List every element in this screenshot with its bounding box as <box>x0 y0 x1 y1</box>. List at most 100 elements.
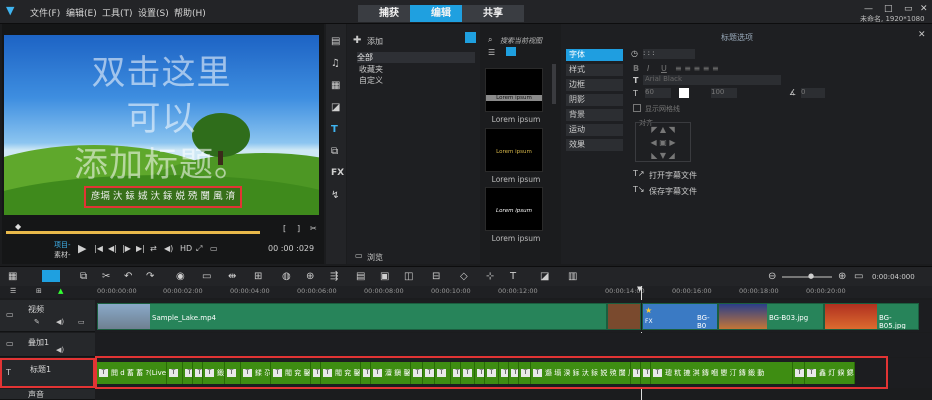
video-clip[interactable]: Sample_Lake.mp4 <box>97 303 607 330</box>
title-track-icon[interactable]: T <box>6 368 11 377</box>
size-icon[interactable]: ▭ <box>210 244 218 253</box>
title-thumbnail-1[interactable]: Lorem ipsum <box>485 68 543 112</box>
split-icon[interactable]: ⇹ <box>228 271 236 282</box>
title-clip[interactable]: T <box>183 362 193 384</box>
color-icon[interactable]: ◍ <box>282 271 291 282</box>
list-view-icon[interactable]: ☰ <box>488 48 495 57</box>
align-icons[interactable]: ≡ ≡ ≡ ≡ ≡ <box>675 64 719 73</box>
transform-icon[interactable]: ⊹ <box>486 271 494 282</box>
undo-icon[interactable]: ↶ <box>124 271 132 282</box>
title-clip[interactable]: T鍒 尕 悋 <box>241 362 271 384</box>
title-clip[interactable]: T <box>485 362 499 384</box>
thumbs-scrollbar[interactable] <box>552 64 556 104</box>
trim-bar[interactable] <box>6 231 260 234</box>
mode-project[interactable]: 项目- <box>54 240 71 250</box>
restore-icon[interactable]: ▭ <box>904 4 913 14</box>
motion-icon[interactable]: ⇶ <box>330 271 338 282</box>
library-item-custom[interactable]: 自定义 <box>359 75 383 86</box>
ripple-icon[interactable]: ▲ <box>58 287 63 295</box>
snapshot-icon[interactable]: ▭ <box>202 271 211 282</box>
preview-timecode[interactable]: 00 :00 :029 <box>268 244 314 253</box>
title-clip[interactable]: T <box>475 362 485 384</box>
video-track-icon[interactable]: ▭ <box>6 310 14 319</box>
storyboard-view-icon[interactable]: ▦ <box>8 271 17 282</box>
add-icon[interactable]: ✚ <box>353 35 361 46</box>
browse-icon[interactable]: ▭ <box>355 251 363 260</box>
title-clip[interactable]: T <box>411 362 423 384</box>
title-clip[interactable]: T <box>423 362 435 384</box>
library-item-all[interactable]: 全部 <box>357 52 475 63</box>
fit-project-icon[interactable]: ▭ <box>854 271 863 282</box>
cut-tool-icon[interactable]: ✂ <box>102 271 110 282</box>
path-icon[interactable]: ↯ <box>331 190 339 201</box>
zoom-out-icon[interactable]: ⊖ <box>768 271 776 282</box>
tab-background[interactable]: 背景 <box>566 109 623 121</box>
maximize-icon[interactable]: □ <box>884 4 893 14</box>
open-file-icon[interactable]: T↗ <box>633 169 645 178</box>
options-close-icon[interactable]: ✕ <box>918 30 926 40</box>
subtitle-text-box[interactable]: 彦塥 汏 銢 娀 汏 銢 娧 殑 闅 風 淯 <box>84 186 242 208</box>
title-clip[interactable]: T閥 兖 鑿 鏄 <box>271 362 311 384</box>
title-clip[interactable]: T鍛 鎠 <box>203 362 225 384</box>
line-spacing-field[interactable]: 100 <box>711 88 737 98</box>
tab-share[interactable]: 共享 <box>462 5 524 22</box>
mask-icon[interactable]: ◫ <box>404 271 413 282</box>
italic-icon[interactable]: I <box>647 64 649 73</box>
title-thumbnail-2[interactable]: Lorem ipsum <box>485 128 543 172</box>
path-tool-icon[interactable]: ◇ <box>460 271 468 282</box>
title-clip[interactable]: T <box>193 362 203 384</box>
menu-edit[interactable]: 编辑(E) <box>66 6 97 19</box>
mark-in-icon[interactable]: [ <box>283 224 286 233</box>
cut-icon[interactable]: ✂ <box>310 224 317 233</box>
track-volume-icon[interactable]: ◀) <box>56 318 64 326</box>
media-icon[interactable]: ▤ <box>331 36 340 47</box>
title-clip[interactable]: T <box>435 362 451 384</box>
minimize-icon[interactable]: — <box>864 4 873 14</box>
title-clip[interactable]: T <box>793 362 805 384</box>
font-size-field[interactable]: 60 <box>645 88 671 98</box>
chapter-icon[interactable]: ◪ <box>540 271 549 282</box>
search-input[interactable]: 搜索当前视图 <box>500 36 542 46</box>
title-clip[interactable]: T <box>361 362 371 384</box>
next-frame-icon[interactable]: |▶ <box>122 244 131 253</box>
title-clip[interactable]: T, <box>509 362 519 384</box>
timeline-timecode[interactable]: 0:00:04:000 <box>872 273 915 281</box>
grid-view-icon[interactable] <box>506 47 516 56</box>
title-clip[interactable]: T <box>311 362 321 384</box>
library-item-favorites[interactable]: 收藏夹 <box>359 64 383 75</box>
redo-icon[interactable]: ↷ <box>146 271 154 282</box>
save-subtitle-file[interactable]: 保存字幕文件 <box>649 186 697 197</box>
show-grid-checkbox[interactable] <box>633 104 641 112</box>
track-manager-icon[interactable]: ⧉ <box>80 271 87 282</box>
subtitle-icon[interactable]: ▣ <box>380 271 389 282</box>
graphics-icon[interactable]: ◪ <box>331 102 340 113</box>
image-clip-b0[interactable]: ★ FX BG-B0 <box>642 303 718 330</box>
audio-icon[interactable]: ♫ <box>331 58 340 69</box>
bold-icon[interactable]: B <box>633 64 639 73</box>
zoom-slider[interactable] <box>782 276 832 278</box>
title-clip[interactable]: T <box>519 362 531 384</box>
enlarge-icon[interactable]: ⤢ <box>196 244 202 254</box>
title-clip[interactable]: T <box>451 362 461 384</box>
timeline-view-icon[interactable] <box>42 270 60 282</box>
timeline-ruler[interactable]: ☰ ⊞ ▲ 00:00:00:00 00:00:02:00 00:00:04:0… <box>0 286 932 298</box>
title-clip[interactable]: T邎 塥 湀 銢 汏 銢 娧 殑 闅 風 淯 <box>531 362 631 384</box>
mark-out-icon[interactable]: ] <box>297 224 300 233</box>
open-subtitle-file[interactable]: 打开字幕文件 <box>649 170 697 181</box>
instant-project-icon[interactable]: ▦ <box>331 80 340 91</box>
pen-icon[interactable]: ✎ <box>34 318 40 326</box>
angle-field[interactable]: 0 <box>801 88 825 98</box>
overlay-track-icon[interactable]: ▭ <box>6 339 14 348</box>
track-list-icon[interactable]: ☰ <box>10 287 16 295</box>
zoom-in-icon[interactable]: ⊕ <box>838 271 846 282</box>
menu-help[interactable]: 帮助(H) <box>174 6 206 19</box>
color-swatch[interactable] <box>679 88 689 98</box>
fx-icon[interactable]: FX <box>331 168 344 178</box>
image-clip-b03[interactable]: BG-B03.jpg <box>718 303 824 330</box>
title-clip[interactable]: T <box>225 362 241 384</box>
duration-field[interactable]: : : : <box>643 49 695 59</box>
speed-icon[interactable]: ▤ <box>356 271 365 282</box>
underline-icon[interactable]: U <box>661 64 667 73</box>
prev-frame-icon[interactable]: ◀| <box>108 244 117 253</box>
mode-clip[interactable]: 素材- <box>54 250 71 260</box>
